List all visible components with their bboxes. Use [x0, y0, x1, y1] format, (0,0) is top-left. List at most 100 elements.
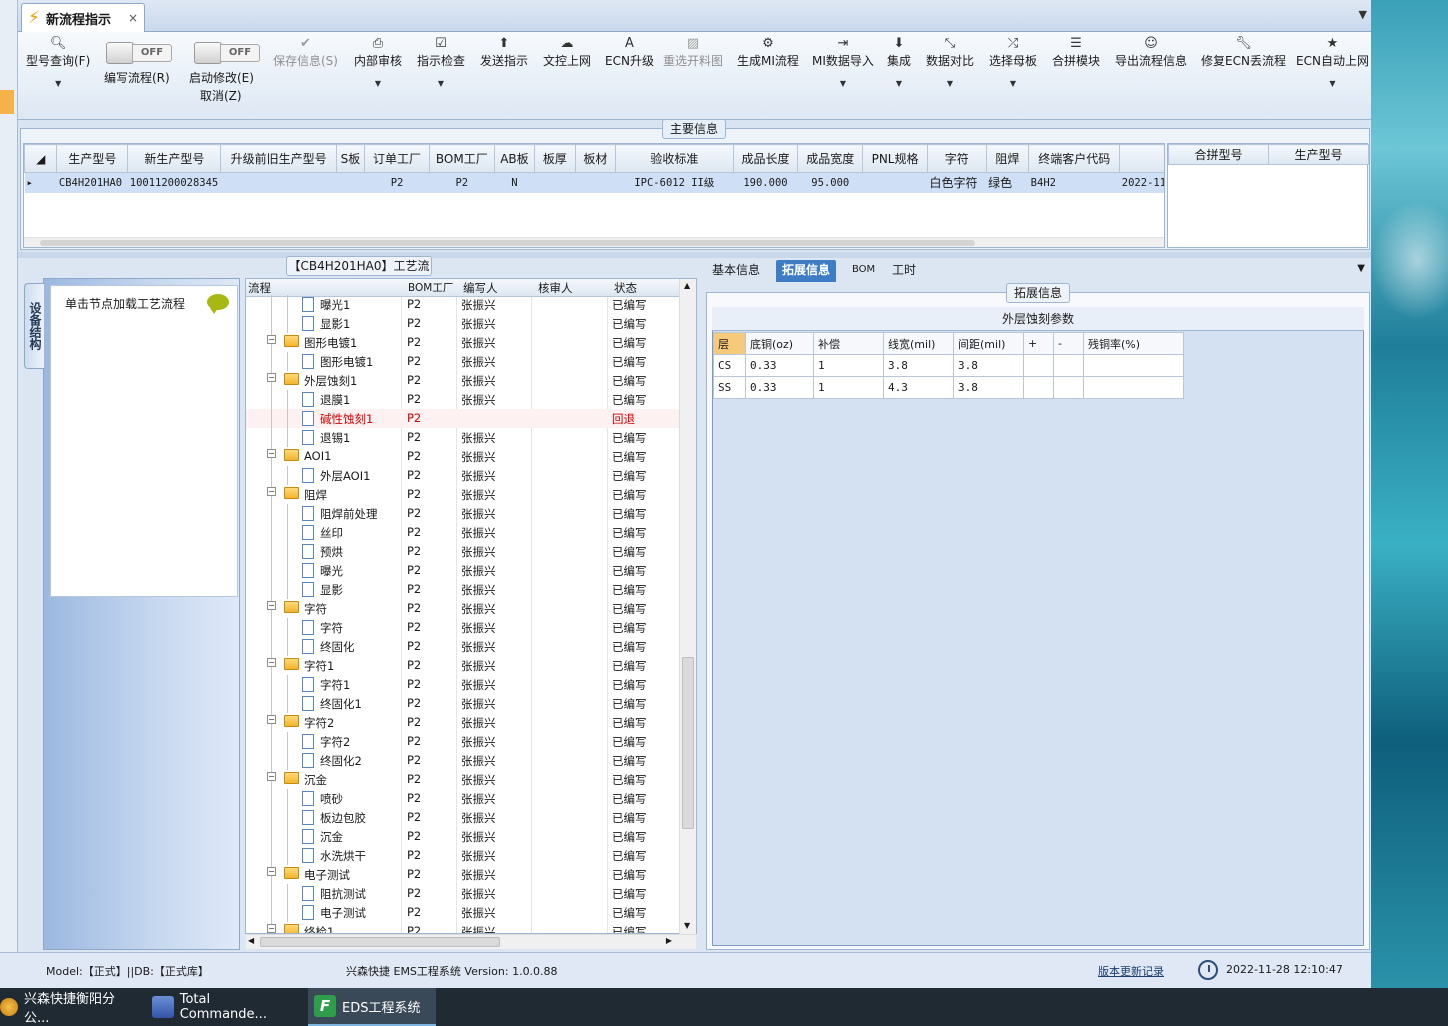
tree-row[interactable]: − 外层蚀刻1 P2 张振兴 已编写 [246, 371, 679, 390]
mi-import-button[interactable]: ⇥ MI数据导入 ▼ [812, 36, 874, 88]
save-info-button[interactable]: ✔ 保存信息(S) [273, 36, 338, 69]
cancel-label[interactable]: 取消(Z) [200, 87, 242, 104]
column-header[interactable]: 终端客户代码 [1028, 144, 1121, 173]
tree-row[interactable]: 显影 P2 张振兴 已编写 [246, 580, 679, 599]
tree-row[interactable]: − 图形电镀1 P2 张振兴 已编写 [246, 333, 679, 352]
tab-basic-info[interactable]: 基本信息 [706, 260, 766, 282]
tab-work-hours[interactable]: 工时 [886, 260, 922, 282]
table-cell[interactable] [575, 172, 616, 193]
table-cell[interactable]: 10011200028345 [127, 172, 221, 193]
table-cell[interactable]: 白色字符 [927, 172, 987, 193]
column-header[interactable]: 流程 [248, 280, 271, 296]
scroll-right-icon[interactable]: ▶ [666, 936, 672, 945]
tab-new-flow[interactable]: ⚡ 新流程指示 × [21, 3, 145, 32]
tree-row[interactable]: 图形电镀1 P2 张振兴 已编写 [246, 352, 679, 371]
column-header[interactable]: 阻焊 [985, 144, 1030, 173]
column-header[interactable]: 板材 [574, 144, 617, 173]
tree-row[interactable]: − 阻焊 P2 张振兴 已编写 [246, 485, 679, 504]
tree-row[interactable]: − 字符 P2 张振兴 已编写 [246, 599, 679, 618]
tree-row[interactable]: 退锡1 P2 张振兴 已编写 [246, 428, 679, 447]
tree-row[interactable]: − 字符1 P2 张振兴 已编写 [246, 656, 679, 675]
tree-row[interactable]: 显影1 P2 张振兴 已编写 [246, 314, 679, 333]
table-cell[interactable]: 4.3 [883, 376, 954, 399]
tree-row[interactable]: 外层AOI1 P2 张振兴 已编写 [246, 466, 679, 485]
collapse-icon[interactable]: − [267, 487, 276, 496]
table-cell[interactable] [1023, 354, 1054, 377]
model-query-button[interactable]: 🔍︎ 型号查询(F) ▼ [26, 36, 90, 88]
table-cell[interactable]: 1 [813, 376, 884, 399]
table-row[interactable]: SS 0.33 1 4.3 3.8 [713, 376, 1184, 399]
tree-vertical-scrollbar[interactable]: ▲ ▼ [679, 279, 696, 934]
tree-row[interactable]: 喷砂 P2 张振兴 已编写 [246, 789, 679, 808]
column-header[interactable]: 编写人 [463, 280, 498, 296]
tree-row[interactable]: 预烘 P2 张振兴 已编写 [246, 542, 679, 561]
close-icon[interactable]: × [128, 11, 138, 25]
taskbar-item-hengyang[interactable]: 兴森快捷衡阳分公... [0, 988, 140, 1026]
table-cell[interactable] [336, 172, 365, 193]
table-cell[interactable]: CS [713, 354, 746, 377]
internal-review-button[interactable]: ⎙ 内部审核 ▼ [354, 36, 402, 88]
tree-row[interactable]: 字符1 P2 张振兴 已编写 [246, 675, 679, 694]
column-header[interactable]: 状态 [614, 280, 637, 296]
column-header[interactable]: 升级前旧生产型号 [220, 144, 337, 173]
tree-horizontal-scrollbar[interactable]: ◀ ▶ [246, 934, 696, 949]
tree-row[interactable]: 终固化 P2 张振兴 已编写 [246, 637, 679, 656]
tree-row[interactable]: 退膜1 P2 张振兴 已编写 [246, 390, 679, 409]
tree-row[interactable]: 终固化1 P2 张振兴 已编写 [246, 694, 679, 713]
tree-row[interactable]: 曝光1 P2 张振兴 已编写 [246, 295, 679, 314]
export-flow-button[interactable]: ☺ 导出流程信息 [1115, 36, 1187, 69]
table-cell[interactable] [1083, 376, 1184, 399]
horizontal-scrollbar[interactable] [24, 237, 1164, 247]
enable-modify-toggle[interactable]: OFF [194, 42, 260, 64]
tree-row[interactable]: 水洗烘干 P2 张振兴 已编写 [246, 846, 679, 865]
collapse-icon[interactable]: − [267, 601, 276, 610]
repair-ecn-button[interactable]: 🔧︎ 修复ECN丢流程 [1201, 36, 1286, 69]
tab-bom[interactable]: BOM [846, 260, 881, 282]
tree-row[interactable]: 电子测试 P2 张振兴 已编写 [246, 903, 679, 922]
column-header[interactable]: 成品长度 [732, 144, 799, 173]
write-flow-toggle[interactable]: OFF [106, 42, 172, 64]
table-cell[interactable] [1053, 354, 1084, 377]
column-header[interactable]: 订单工厂 [364, 144, 430, 173]
table-cell[interactable]: 3.8 [953, 354, 1024, 377]
chevron-down-icon[interactable]: ▼ [1357, 263, 1365, 274]
collapse-icon[interactable]: − [267, 772, 276, 781]
ecn-upgrade-button[interactable]: A ECN升级 [605, 36, 654, 69]
tree-row[interactable]: 阻焊前处理 P2 张振兴 已编写 [246, 504, 679, 523]
table-cell[interactable] [1023, 376, 1054, 399]
table-cell[interactable]: SS [713, 376, 746, 399]
collapse-icon[interactable]: − [267, 867, 276, 876]
tree-row[interactable]: 字符2 P2 张振兴 已编写 [246, 732, 679, 751]
send-instruction-button[interactable]: ⬆ 发送指示 [480, 36, 528, 69]
scrollbar-thumb[interactable] [260, 937, 500, 947]
ecn-auto-upload-button[interactable]: ★ ECN自动上网 ▼ [1296, 36, 1369, 88]
select-mother-button[interactable]: ⤮ 选择母板 ▼ [989, 36, 1037, 88]
tree-row[interactable]: 曝光 P2 张振兴 已编写 [246, 561, 679, 580]
table-cell[interactable]: P2 [429, 172, 495, 193]
tree-row[interactable]: 碱性蚀刻1 P2 回退 [246, 409, 679, 428]
column-header[interactable]: BOM工厂 [428, 144, 495, 173]
table-row[interactable]: ▸ CB4H201HA0 10011200028345 P2 P2 N IPC-… [24, 172, 1164, 193]
reselect-chart-button[interactable]: ▨ 重选开料图 [663, 36, 723, 69]
scrollbar-thumb[interactable] [40, 240, 975, 246]
column-header[interactable]: AB板 [493, 144, 536, 173]
tree-row[interactable]: 板边包胶 P2 张振兴 已编写 [246, 808, 679, 827]
tree-row[interactable]: − 终检1 P2 张振兴 已编写 [246, 922, 679, 933]
table-cell[interactable] [1083, 354, 1184, 377]
table-cell[interactable]: P2 [364, 172, 430, 193]
table-cell[interactable]: 0.33 [745, 376, 814, 399]
table-cell[interactable]: 95.000 [797, 172, 863, 193]
tree-row[interactable]: − 电子测试 P2 张振兴 已编写 [246, 865, 679, 884]
column-header[interactable]: 生产型号 [1268, 144, 1369, 165]
doc-upload-button[interactable]: ☁ 文控上网 [543, 36, 591, 69]
table-row[interactable]: CS 0.33 1 3.8 3.8 [713, 354, 1184, 377]
tree-row[interactable]: 阻抗测试 P2 张振兴 已编写 [246, 884, 679, 903]
changelog-link[interactable]: 版本更新记录 [1098, 963, 1164, 979]
merge-module-button[interactable]: ☰ 合拼模块 [1052, 36, 1100, 69]
collapse-icon[interactable]: − [267, 335, 276, 344]
scroll-down-icon[interactable]: ▼ [684, 921, 690, 930]
column-header[interactable]: S板 [335, 144, 366, 173]
table-cell[interactable]: CB4H201HA0 [56, 172, 128, 193]
column-header[interactable]: BOM工厂 [408, 280, 453, 295]
collapse-icon[interactable]: − [267, 715, 276, 724]
